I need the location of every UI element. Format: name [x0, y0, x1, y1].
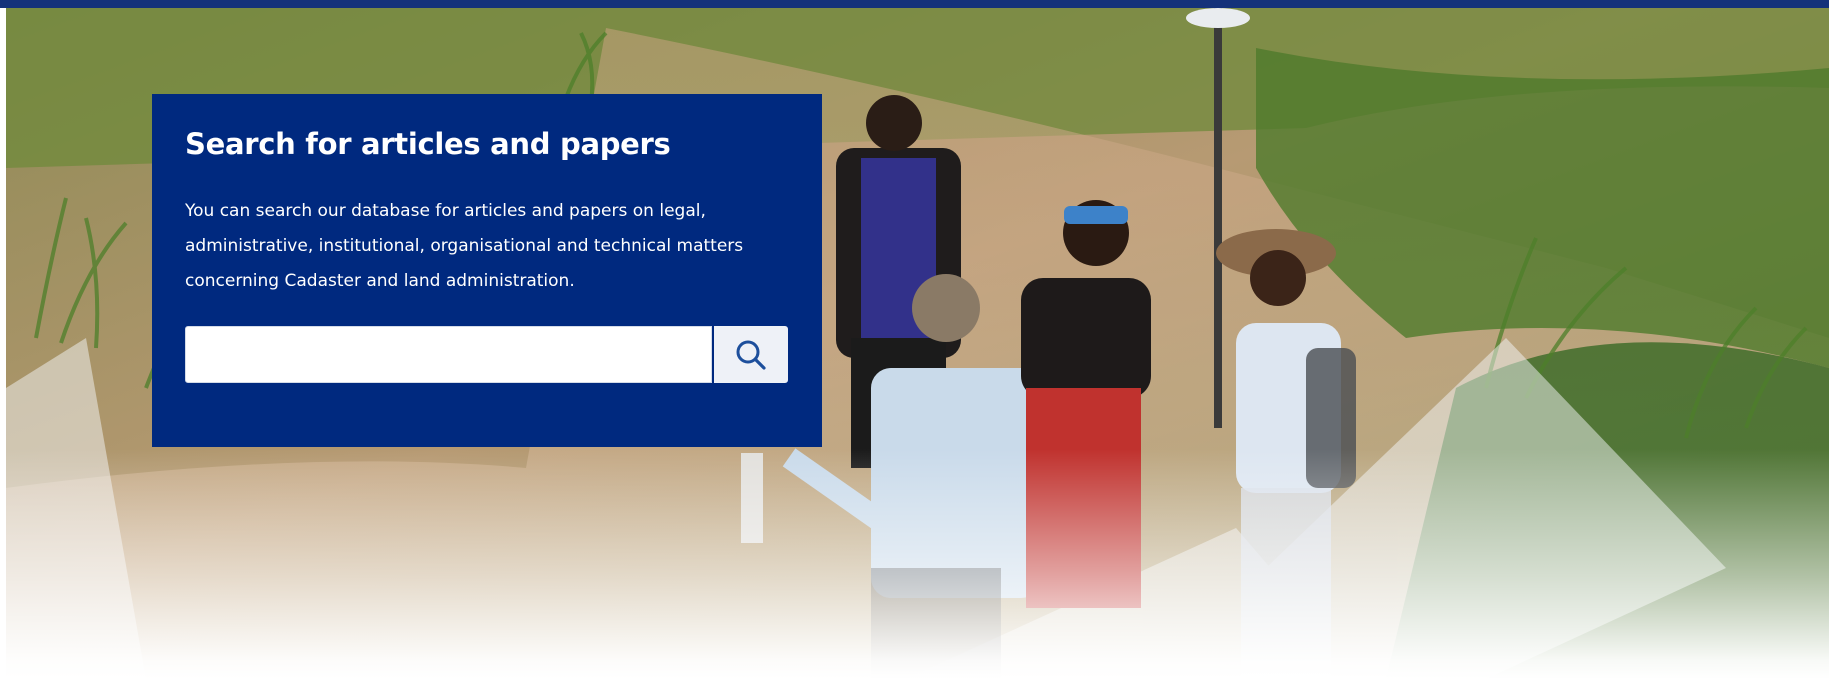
search-button[interactable] — [714, 326, 788, 383]
search-icon — [736, 340, 766, 370]
search-input[interactable] — [185, 326, 712, 383]
search-panel: Search for articles and papers You can s… — [152, 94, 822, 447]
description-line: administrative, institutional, organisat… — [185, 236, 744, 256]
panel-title: Search for articles and papers — [185, 127, 671, 161]
top-stripe — [0, 0, 1829, 8]
description-line: You can search our database for articles… — [185, 201, 706, 221]
panel-description: You can search our database for articles… — [185, 194, 785, 299]
description-line: concerning Cadaster and land administrat… — [185, 271, 575, 291]
search-form — [185, 326, 788, 383]
hero-banner: Search for articles and papers You can s… — [0, 0, 1829, 679]
photo-fade-overlay — [6, 449, 1829, 679]
